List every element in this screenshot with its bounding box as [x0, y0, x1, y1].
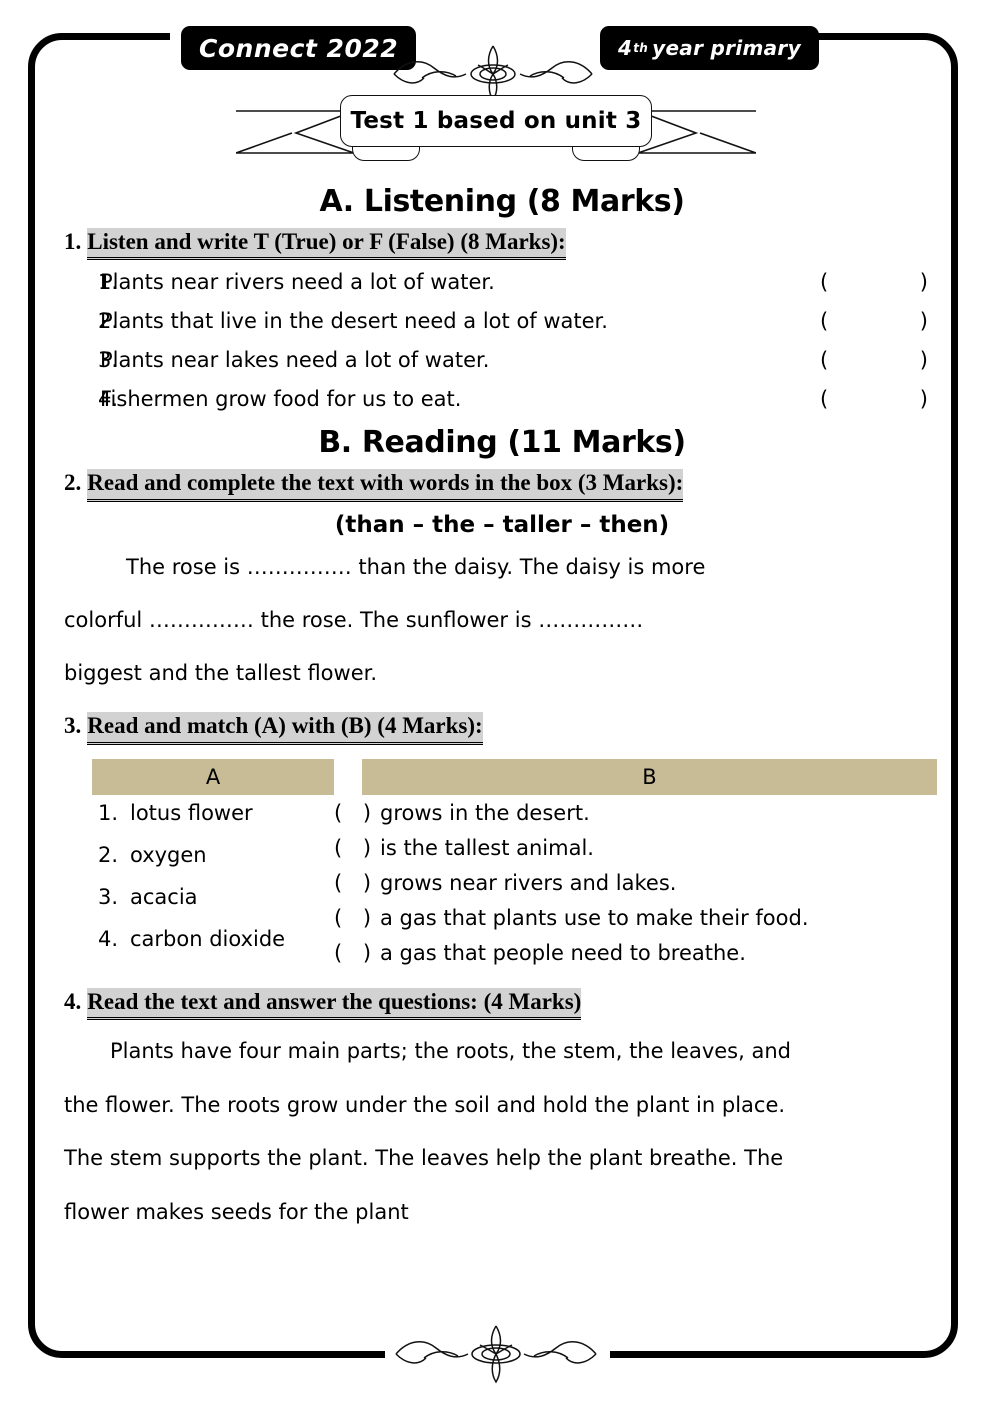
list-item: 2. Plants that live in the desert need a… [64, 309, 940, 333]
open-paren: ( [820, 270, 829, 295]
match-answer-box[interactable]: ( ) [334, 801, 380, 825]
table-row: ( ) a gas that plants use to make their … [334, 906, 940, 930]
q4-instruction-text: Read the text and answer the questions: … [87, 987, 582, 1021]
answer-parentheses[interactable]: ( ) [820, 270, 940, 294]
q4-passage-line-3: The stem supports the plant. The leaves … [64, 1146, 784, 1171]
item-index: 3. [98, 348, 119, 373]
q4-passage-line-2: the flower. The roots grow under the soi… [64, 1092, 786, 1117]
ribbon-title-box: Test 1 based on unit 3 [340, 95, 652, 147]
page-header: Connect 2022 4th year primary [0, 26, 992, 102]
ribbon-tail-left [235, 109, 356, 155]
close-paren: ) [919, 348, 928, 373]
year-badge-ordinal: th [633, 41, 649, 55]
match-answer-box[interactable]: ( ) [334, 941, 380, 965]
listening-items: 1. Plants near rivers need a lot of wate… [64, 270, 940, 411]
answer-parentheses[interactable]: ( ) [820, 387, 940, 411]
year-badge: 4th year primary [600, 26, 819, 70]
answer-parentheses[interactable]: ( ) [820, 348, 940, 372]
row-text: a gas that people need to breathe. [380, 940, 746, 965]
q2-instruction: 2. Read and complete the text with words… [64, 468, 940, 502]
year-badge-label: year primary [652, 36, 801, 60]
worksheet-content: A. Listening (8 Marks) 1. Listen and wri… [64, 184, 940, 1236]
table-row: 3. acacia [64, 885, 334, 909]
row-index: 4. [98, 926, 119, 951]
connect-badge-label: Connect 2022 [199, 33, 399, 63]
filigree-flourish-bottom-icon [392, 1322, 600, 1384]
q2-paragraph-line-3: biggest and the tallest flower. [64, 661, 378, 686]
row-index: 1. [98, 800, 119, 825]
q4-passage-line-1: Plants have four main parts; the roots, … [110, 1039, 791, 1064]
match-answer-box[interactable]: ( ) [334, 906, 380, 930]
q4-passage: Plants have four main parts; the roots, … [64, 1028, 940, 1236]
q3-instruction-text: Read and match (A) with (B) (4 Marks): [87, 711, 483, 745]
row-text: oxygen [130, 842, 207, 867]
item-statement: Plants that live in the desert need a lo… [100, 309, 608, 334]
listening-instruction: 1. Listen and write T (True) or F (False… [64, 227, 940, 261]
close-paren: ) [919, 270, 928, 295]
table-row: 1. lotus flower [64, 801, 334, 825]
match-table-body: 1. lotus flower 2. oxygen 3. acacia 4. c… [64, 801, 940, 976]
year-badge-number: 4 [618, 36, 633, 60]
row-text: grows in the desert. [380, 800, 590, 825]
row-text: acacia [130, 884, 198, 909]
row-index: 3. [98, 884, 119, 909]
item-statement: Fishermen grow food for us to eat. [100, 387, 462, 412]
table-row: 2. oxygen [64, 843, 334, 867]
table-row: ( ) is the tallest animal. [334, 836, 940, 860]
close-paren: ) [919, 387, 928, 412]
q3-instruction: 3. Read and match (A) with (B) (4 Marks)… [64, 711, 940, 745]
match-answer-box[interactable]: ( ) [334, 871, 380, 895]
answer-parentheses[interactable]: ( ) [820, 309, 940, 333]
row-index: 2. [98, 842, 119, 867]
q4-instruction: 4. Read the text and answer the question… [64, 987, 940, 1021]
listening-question-number: 1. [64, 228, 82, 254]
q4-number: 4. [64, 988, 82, 1014]
item-index: 4. [98, 387, 119, 412]
q2-paragraph-line-1: The rose is …………… than the daisy. The da… [126, 554, 706, 579]
match-answer-box[interactable]: ( ) [334, 836, 380, 860]
row-text: a gas that plants use to make their food… [380, 905, 809, 930]
table-row: 4. carbon dioxide [64, 927, 334, 951]
column-b-header: B [362, 758, 937, 795]
list-item: 1. Plants near rivers need a lot of wate… [64, 270, 940, 294]
filigree-flourish-icon [392, 44, 594, 102]
list-item: 4. Fishermen grow food for us to eat. ( … [64, 387, 940, 411]
item-index: 2. [98, 309, 119, 334]
column-a-header: A [92, 758, 334, 795]
match-table-header: A B [64, 758, 940, 795]
ribbon-tail-right [636, 109, 757, 155]
table-row: ( ) a gas that people need to breathe. [334, 941, 940, 965]
ribbon-title-label: Test 1 based on unit 3 [350, 108, 642, 134]
q2-word-box: (than – the – taller – then) [334, 511, 670, 538]
connect-badge: Connect 2022 [181, 26, 417, 70]
table-row: ( ) grows near rivers and lakes. [334, 871, 940, 895]
title-ribbon: Test 1 based on unit 3 [235, 95, 757, 167]
column-b: ( ) grows in the desert. ( ) is the tall… [334, 801, 940, 976]
row-text: grows near rivers and lakes. [380, 870, 677, 895]
item-statement: Plants near rivers need a lot of water. [100, 270, 495, 295]
q3-number: 3. [64, 712, 82, 738]
listening-section-title: A. Listening (8 Marks) [319, 184, 685, 219]
reading-section-title: B. Reading (11 Marks) [318, 425, 686, 461]
q2-paragraph-line-2: colorful …………… the rose. The sunflower i… [64, 607, 644, 632]
item-index: 1. [98, 270, 119, 295]
close-paren: ) [919, 309, 928, 334]
row-text: lotus flower [130, 800, 253, 825]
list-item: 3. Plants near lakes need a lot of water… [64, 348, 940, 372]
column-a: 1. lotus flower 2. oxygen 3. acacia 4. c… [64, 801, 334, 976]
open-paren: ( [820, 387, 829, 412]
q4-passage-line-4: flower makes seeds for the plant [64, 1199, 409, 1224]
table-row: ( ) grows in the desert. [334, 801, 940, 825]
q2-number: 2. [64, 469, 82, 495]
row-text: is the tallest animal. [380, 835, 594, 860]
listening-instruction-text: Listen and write T (True) or F (False) (… [87, 227, 566, 261]
item-statement: Plants near lakes need a lot of water. [100, 348, 490, 373]
open-paren: ( [820, 309, 829, 334]
row-text: carbon dioxide [130, 926, 286, 951]
q2-instruction-text: Read and complete the text with words in… [87, 468, 684, 502]
open-paren: ( [820, 348, 829, 373]
